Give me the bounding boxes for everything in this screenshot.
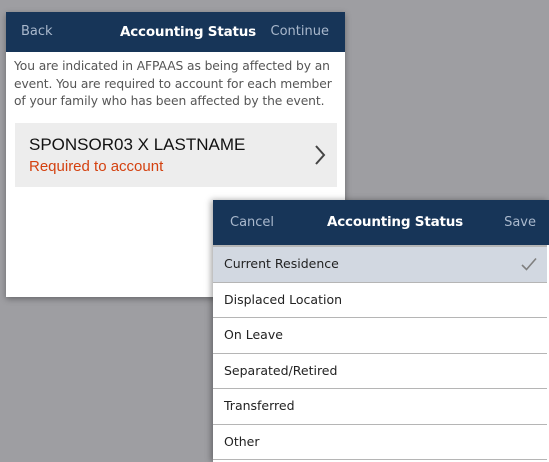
option-on-leave[interactable]: On Leave: [213, 318, 547, 354]
option-displaced-location[interactable]: Displaced Location: [213, 283, 547, 318]
picker-navigation-bar: Cancel Accounting Status Save: [213, 200, 549, 245]
option-label: Separated/Retired: [224, 362, 338, 378]
family-member-row[interactable]: SPONSOR03 X LASTNAME Required to account: [15, 123, 337, 187]
member-name: SPONSOR03 X LASTNAME: [29, 135, 246, 154]
continue-button[interactable]: Continue: [271, 12, 329, 52]
option-label: Other: [224, 433, 260, 449]
status-option-list: Current Residence Displaced Location On …: [213, 245, 549, 460]
checkmark-icon: [521, 257, 537, 271]
option-label: Transferred: [224, 398, 295, 413]
option-label: Displaced Location: [224, 291, 343, 307]
cancel-button[interactable]: Cancel: [230, 200, 274, 245]
picker-title: Accounting Status: [327, 214, 463, 230]
option-current-residence[interactable]: Current Residence: [213, 245, 547, 283]
navigation-bar: Back Accounting Status Continue: [6, 12, 345, 52]
page-title: Accounting Status: [120, 24, 256, 40]
back-button[interactable]: Back: [21, 12, 53, 52]
save-button[interactable]: Save: [504, 200, 536, 245]
option-other[interactable]: Other: [213, 425, 547, 460]
member-status: Required to account: [29, 158, 164, 175]
option-label: On Leave: [224, 327, 283, 342]
chevron-right-icon: [315, 145, 326, 165]
option-separated-retired[interactable]: Separated/Retired: [213, 354, 547, 389]
intro-text: You are indicated in AFPAAS as being aff…: [14, 59, 332, 108]
option-label: Current Residence: [224, 256, 339, 271]
option-transferred[interactable]: Transferred: [213, 389, 547, 425]
status-picker-sheet: Cancel Accounting Status Save Current Re…: [213, 200, 549, 462]
